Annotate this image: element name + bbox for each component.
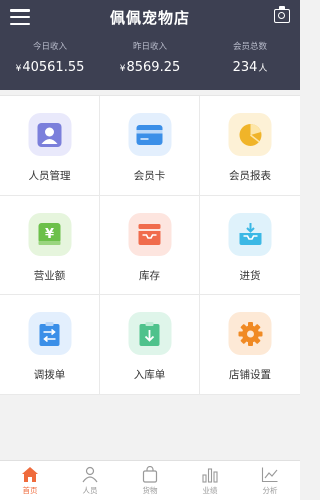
grid-item-label: 会员卡	[133, 170, 166, 182]
grid-item-label: 店铺设置	[229, 369, 271, 382]
money-icon: ¥	[28, 212, 71, 256]
stat-value: ¥8569.25	[119, 60, 181, 75]
stats-row: 今日收入 ¥40561.55 昨日收入 ¥8569.25 会员总数 234人	[0, 40, 300, 80]
camera-icon[interactable]	[274, 6, 290, 23]
app-header: 佩佩宠物店 今日收入 ¥40561.55 昨日收入 ¥8569.25 会员总数 …	[0, 0, 300, 90]
bar-chart-icon	[202, 467, 218, 483]
stat-value: ¥40561.55	[15, 60, 85, 75]
grid-item-label: 会员报表	[229, 170, 271, 182]
grid-item-member-card[interactable]: 会员卡	[100, 96, 200, 196]
stat-yesterday-income: 昨日收入 ¥8569.25	[100, 40, 200, 80]
nav-label: 人员	[82, 485, 98, 495]
nav-label: 业绩	[202, 485, 218, 495]
grid-item-label: 人员管理	[28, 170, 71, 182]
nav-item-staff[interactable]: 人员	[60, 461, 120, 500]
svg-text:¥: ¥	[45, 227, 54, 242]
pie-chart-icon	[228, 113, 272, 156]
grid-item-stock-in-order[interactable]: 入库单	[100, 295, 200, 395]
function-grid: 人员管理 会员卡 会员报表 ¥ 营业额 库存 进货 调拨单 入库单 店铺设置	[0, 95, 300, 395]
grid-item-label: 调拨单	[33, 369, 66, 382]
stat-value: 234人	[232, 60, 268, 75]
user-icon	[28, 113, 71, 156]
grid-item-label: 入库单	[133, 369, 166, 382]
transfer-clipboard-icon	[28, 312, 71, 356]
stat-label: 会员总数	[232, 42, 267, 52]
grid-item-transfer-order[interactable]: 调拨单	[0, 295, 100, 395]
stat-member-total: 会员总数 234人	[200, 40, 300, 80]
grid-item-shop-settings[interactable]: 店铺设置	[200, 295, 300, 395]
grid-item-staff[interactable]: 人员管理	[0, 96, 100, 196]
bottom-nav: 首页 人员 货物 业绩 分析	[0, 460, 300, 500]
gear-icon	[228, 312, 272, 356]
grid-item-member-report[interactable]: 会员报表	[200, 96, 300, 196]
stat-label: 昨日收入	[132, 42, 167, 52]
nav-item-analysis[interactable]: 分析	[240, 461, 300, 500]
nav-label: 分析	[262, 485, 278, 495]
home-icon	[22, 466, 38, 482]
grid-item-label: 营业额	[33, 269, 66, 282]
stat-today-income: 今日收入 ¥40561.55	[0, 40, 100, 80]
nav-item-home[interactable]: 首页	[0, 461, 60, 500]
tray-download-icon	[228, 212, 272, 256]
nav-label: 货物	[142, 485, 158, 495]
card-icon	[128, 113, 171, 156]
inbox-icon	[128, 212, 171, 256]
nav-label: 首页	[22, 485, 38, 495]
download-clipboard-icon	[128, 312, 171, 356]
grid-item-label: 进货	[239, 269, 261, 282]
nav-item-goods[interactable]: 货物	[120, 461, 180, 500]
grid-item-label: 库存	[139, 269, 160, 282]
grid-item-inventory[interactable]: 库存	[100, 195, 200, 296]
line-chart-icon	[261, 467, 278, 482]
stat-label: 今日收入	[32, 42, 67, 52]
person-icon	[82, 466, 98, 482]
page-title: 佩佩宠物店	[109, 9, 190, 27]
grid-item-purchase[interactable]: 进货	[200, 196, 300, 296]
bag-icon	[142, 465, 158, 483]
nav-item-performance[interactable]: 业绩	[180, 461, 240, 500]
grid-item-turnover[interactable]: ¥ 营业额	[0, 195, 100, 296]
